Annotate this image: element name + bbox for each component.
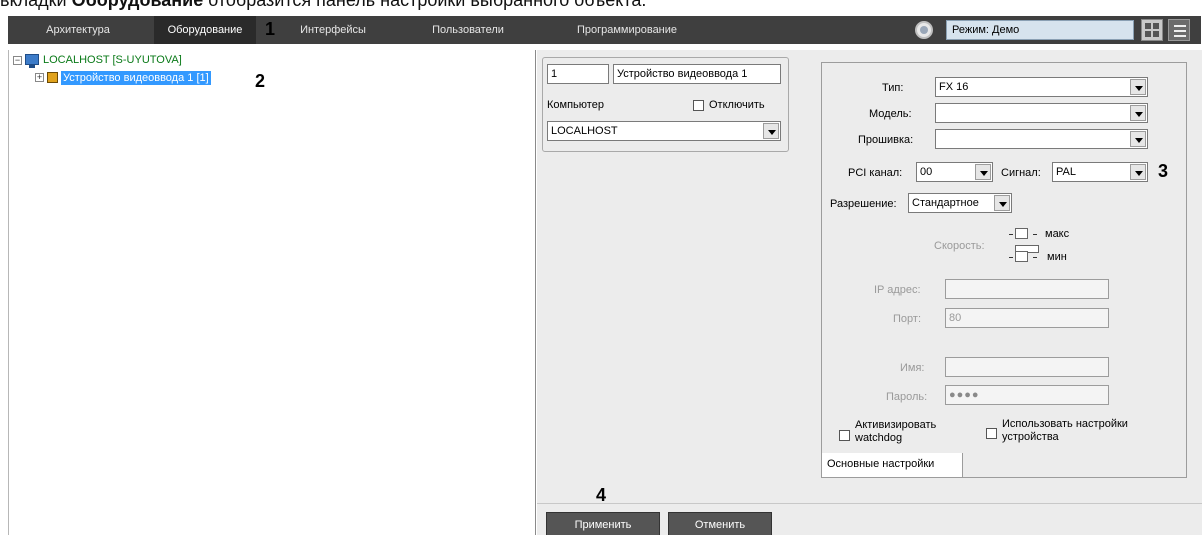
- callout-2: 2: [255, 71, 266, 91]
- model-label: Модель:: [869, 108, 912, 120]
- type-label: Тип:: [882, 82, 904, 94]
- callout-4: 4: [596, 485, 607, 505]
- object-id-group: 1 Устройство видеоввода 1 Компьютер Откл…: [542, 57, 789, 152]
- port-input[interactable]: 80: [945, 308, 1109, 328]
- disable-checkbox[interactable]: [693, 100, 704, 111]
- layout-grid-icon[interactable]: [1141, 19, 1163, 41]
- tab-architecture[interactable]: Архитектура: [8, 16, 148, 44]
- computer-label: Компьютер: [547, 99, 604, 111]
- chevron-down-icon: [1130, 105, 1146, 121]
- cancel-button[interactable]: Отменить: [668, 512, 772, 535]
- pci-channel-select[interactable]: 00: [916, 162, 993, 182]
- chevron-down-icon: [1130, 79, 1146, 95]
- object-id-input[interactable]: 1: [547, 64, 609, 84]
- speed-label: Скорость:: [934, 240, 985, 252]
- chevron-down-icon: [975, 164, 991, 180]
- ip-address-label: IP адрес:: [874, 284, 921, 296]
- chevron-down-icon: [1130, 131, 1146, 147]
- watchdog-label-line2: watchdog: [855, 432, 903, 444]
- model-select[interactable]: [935, 103, 1148, 123]
- resolution-select[interactable]: Стандартное: [908, 193, 1012, 213]
- tab-users[interactable]: Пользователи: [408, 16, 528, 44]
- pci-channel-select-value: 00: [920, 166, 933, 178]
- caption-bold: Оборудование: [71, 0, 204, 10]
- use-device-settings-label-line1: Использовать настройки: [1002, 418, 1128, 430]
- signal-select[interactable]: PAL: [1052, 162, 1148, 182]
- menu-icon[interactable]: [1168, 19, 1190, 41]
- username-label: Имя:: [900, 362, 925, 374]
- callout-3: 3: [1158, 161, 1169, 181]
- object-tree[interactable]: − LOCALHOST [S-UYUTOVA] + Устройство вид…: [8, 50, 536, 535]
- tab-main-settings[interactable]: Основные настройки: [821, 453, 963, 478]
- callout-1: 1: [265, 19, 276, 39]
- ip-address-input[interactable]: [945, 279, 1109, 299]
- mode-field[interactable]: Режим: Демо: [946, 20, 1134, 40]
- type-select-value: FX 16: [939, 81, 969, 93]
- computer-icon: [25, 54, 39, 68]
- chevron-down-icon: [1130, 164, 1146, 180]
- caption-suffix: отобразится панель настройки выбранного …: [203, 0, 647, 10]
- use-device-settings-label-line2: устройства: [1002, 431, 1059, 443]
- type-select[interactable]: FX 16: [935, 77, 1148, 97]
- collapse-icon[interactable]: −: [13, 56, 22, 65]
- expand-icon[interactable]: +: [35, 73, 44, 82]
- disable-label: Отключить: [709, 99, 765, 111]
- mode-icon[interactable]: [915, 21, 933, 39]
- signal-label: Сигнал:: [1001, 167, 1041, 179]
- settings-panel: 1 Устройство видеоввода 1 Компьютер Откл…: [537, 50, 1202, 503]
- watchdog-label-line1: Активизировать: [855, 419, 937, 431]
- password-label: Пароль:: [886, 391, 928, 403]
- tab-equipment[interactable]: Оборудование: [154, 16, 256, 44]
- speed-min-label: мин: [1047, 251, 1067, 263]
- tab-programming[interactable]: Программирование: [552, 16, 702, 44]
- chevron-down-icon: [763, 123, 779, 139]
- port-label: Порт:: [893, 313, 921, 325]
- video-device-icon: [47, 72, 58, 83]
- computer-select-value: LOCALHOST: [551, 125, 618, 137]
- username-input[interactable]: [945, 357, 1109, 377]
- tab-interfaces[interactable]: Интерфейсы: [278, 16, 388, 44]
- apply-button[interactable]: Применить: [546, 512, 660, 535]
- device-settings-group: Тип: FX 16 Модель: Прошивка: PCI канал: …: [821, 62, 1187, 478]
- bottom-toolbar: Применить Отменить: [537, 503, 1202, 535]
- resolution-label: Разрешение:: [830, 198, 897, 210]
- chevron-down-icon: [994, 195, 1010, 211]
- object-name-input[interactable]: Устройство видеоввода 1: [613, 64, 781, 84]
- computer-select[interactable]: LOCALHOST: [547, 121, 781, 141]
- password-input[interactable]: ●●●●: [945, 385, 1109, 405]
- firmware-label: Прошивка:: [858, 134, 914, 146]
- caption-text: вкладки Оборудование отобразится панель …: [0, 0, 646, 11]
- caption-prefix: вкладки: [0, 0, 72, 10]
- top-nav-bar: Архитектура Оборудование Интерфейсы Поль…: [8, 16, 1201, 44]
- watchdog-checkbox[interactable]: [839, 430, 850, 441]
- firmware-select[interactable]: [935, 129, 1148, 149]
- tree-root-label[interactable]: LOCALHOST [S-UYUTOVA]: [43, 53, 182, 67]
- use-device-settings-checkbox[interactable]: [986, 428, 997, 439]
- pci-channel-label: PCI канал:: [848, 167, 903, 179]
- speed-max-label: макс: [1045, 228, 1070, 240]
- tree-item-video-device[interactable]: Устройство видеоввода 1 [1]: [61, 71, 211, 85]
- signal-select-value: PAL: [1056, 166, 1076, 178]
- resolution-select-value: Стандартное: [912, 197, 979, 209]
